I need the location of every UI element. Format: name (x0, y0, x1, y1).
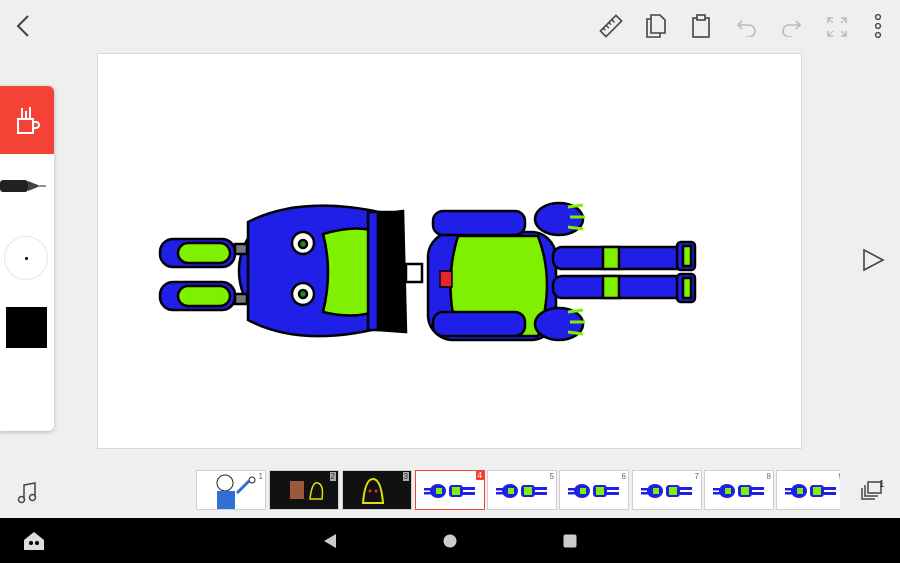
undo-icon (736, 20, 756, 37)
robot-thumbnail (713, 484, 764, 498)
frame-number: 7 (694, 472, 699, 481)
frame-number: 8 (766, 472, 771, 481)
music-button[interactable] (16, 482, 38, 504)
pen-icon (0, 180, 46, 192)
redo-button[interactable] (778, 14, 804, 40)
play-icon (863, 248, 885, 272)
nav-back-button[interactable] (320, 531, 340, 551)
undo-button[interactable] (734, 14, 760, 40)
frame-thumbnail[interactable]: 6 (559, 470, 629, 510)
more-button[interactable] (866, 13, 890, 39)
nav-home-button[interactable] (440, 531, 460, 551)
robot-thumbnail (641, 484, 692, 498)
robot-thumbnail (496, 484, 547, 498)
frame-number: 4 (475, 471, 484, 480)
system-navigation-bar (0, 518, 900, 563)
clipboard-icon (692, 14, 710, 38)
skeleton-thumbnail (216, 474, 256, 509)
frame-number: 9 (839, 472, 840, 481)
frame-thumbnail[interactable]: 2 (269, 470, 339, 510)
frame-thumbnail-selected[interactable]: 4 (415, 470, 485, 510)
circle-home-icon (443, 534, 457, 548)
brush-size-dial[interactable] (4, 236, 48, 280)
house-icon (24, 532, 44, 550)
frame-number: 6 (621, 472, 626, 481)
top-toolbar (0, 0, 900, 52)
frame-number: 5 (549, 472, 554, 481)
triangle-back-icon (324, 534, 336, 548)
chevron-left-icon (16, 15, 29, 37)
drawing-canvas[interactable] (97, 53, 802, 449)
copy-icon (646, 14, 666, 38)
ruler-icon (599, 14, 623, 38)
back-button[interactable] (10, 12, 36, 40)
copy-button[interactable] (643, 13, 669, 39)
ruler-button[interactable] (598, 13, 624, 39)
frame-thumbnail[interactable]: 5 (487, 470, 557, 510)
brush-cup-icon (17, 107, 40, 134)
pen-tool[interactable] (0, 174, 46, 203)
robot-thumbnail (785, 484, 836, 498)
frame-number: 3 (402, 472, 409, 481)
frame-thumbnail[interactable]: 9 (776, 470, 840, 510)
fullscreen-button[interactable] (824, 14, 850, 40)
play-button[interactable] (858, 245, 888, 275)
frame-thumbnail[interactable]: 3 (342, 470, 412, 510)
home-launcher-button[interactable] (22, 530, 46, 552)
color-swatch[interactable] (6, 307, 47, 348)
layers-button[interactable]: 1 (861, 479, 889, 504)
redo-icon (782, 20, 802, 37)
frame-timeline: 1 2 3 4 5 6 7 8 (196, 470, 840, 512)
tool-panel (0, 86, 54, 431)
frame-thumbnail[interactable]: 7 (632, 470, 702, 510)
frame-thumbnail[interactable]: 1 (196, 470, 266, 510)
square-recents-icon (563, 534, 577, 548)
tool-selector-button[interactable] (0, 86, 54, 154)
layer-count: 1 (879, 479, 885, 490)
frame-number: 1 (258, 472, 263, 481)
frame-number: 2 (329, 472, 336, 481)
paste-button[interactable] (688, 13, 714, 39)
expand-icon (827, 17, 847, 37)
robot-thumbnail (568, 484, 619, 498)
more-vertical-icon (874, 14, 882, 38)
brush-size-dot (25, 257, 28, 260)
frame-thumbnail[interactable]: 8 (704, 470, 774, 510)
nav-recents-button[interactable] (560, 531, 580, 551)
music-note-icon (17, 482, 37, 504)
robot-drawing (158, 201, 697, 342)
